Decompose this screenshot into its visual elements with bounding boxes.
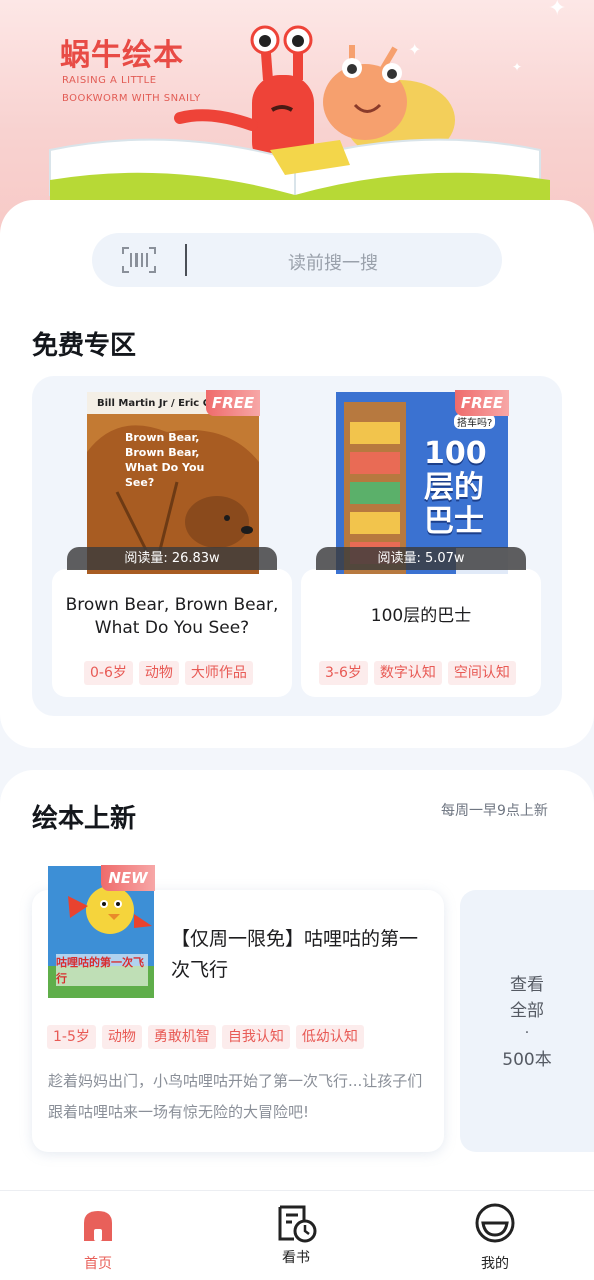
cover-author: Bill Martin Jr / Eric Ca [97,398,217,409]
tag: 动物 [138,661,179,685]
nav-item-home[interactable]: 首页 [38,1191,158,1280]
nav-item-read[interactable]: 看书 [236,1191,356,1280]
tag: 动物 [101,1025,142,1049]
search-bar[interactable]: 读前搜一搜 [92,233,502,287]
home-icon[interactable] [80,1207,116,1243]
nav-item-mine[interactable]: 我的 [435,1191,555,1280]
free-section-title: 免费专区 [32,331,137,361]
tag: 空间认知 [447,661,516,685]
view-all-label: 查看 [510,975,544,995]
snail-reading-illustration [49,25,550,207]
search-input[interactable]: 读前搜一搜 [288,249,378,275]
tag-row: 0-6岁 动物 大师作品 [84,661,259,685]
new-badge: NEW [101,865,155,891]
book-clock-icon[interactable] [276,1203,318,1243]
free-badge: FREE [455,390,509,416]
read-count: 阅读量: 26.83w [67,547,277,570]
tag: 自我认知 [221,1025,290,1049]
tag-row: 1-5岁 动物 勇敢机智 自我认知 低幼认知 [47,1025,370,1049]
tag: 数字认知 [373,661,442,685]
book-title[interactable]: Brown Bear, Brown Bear, What Do You See? [52,594,292,640]
tag: 1-5岁 [47,1025,96,1049]
cover-title: Brown Bear, Brown Bear, What Do You See? [125,431,205,489]
nav-label: 我的 [481,1256,509,1272]
read-count: 阅读量: 5.07w [316,547,526,570]
book-count: 500本 [502,1050,552,1070]
weekly-update-note: 每周一早9点上新 [441,803,548,819]
free-badge: FREE [206,390,260,416]
tag: 低幼认知 [295,1025,364,1049]
cover-speech-bubble: 搭车吗? [454,414,496,429]
tag: 大师作品 [184,661,253,685]
new-book-description: 趁着妈妈出门，小鸟咕哩咕开始了第一次飞行...让孩子们跟着咕哩咕来一场有惊无险的… [48,1072,423,1121]
tag: 0-6岁 [84,661,133,685]
nav-label: 看书 [282,1250,310,1266]
smile-face-icon[interactable] [475,1203,515,1243]
nav-label: 首页 [84,1256,112,1272]
cover-title: 100层的巴士 [424,436,487,539]
tag: 3-6岁 [319,661,368,685]
cover-title: 咕哩咕的第一次飞行 [56,954,148,986]
view-all-dot: · [524,1025,530,1041]
search-divider [185,244,187,276]
new-section-title: 绘本上新 [32,804,137,834]
view-all-button[interactable]: 查看 全部 · 500本 [460,890,594,1152]
new-book-title[interactable]: 【仅周一限免】咕哩咕的第一次飞行 [171,924,421,986]
book-title[interactable]: 100层的巴士 [301,605,541,628]
tag: 勇敢机智 [147,1025,216,1049]
tag-row: 3-6岁 数字认知 空间认知 [319,661,522,685]
bottom-nav: 首页 看书 我的 [0,1190,594,1280]
barcode-scan-icon[interactable] [122,247,156,273]
